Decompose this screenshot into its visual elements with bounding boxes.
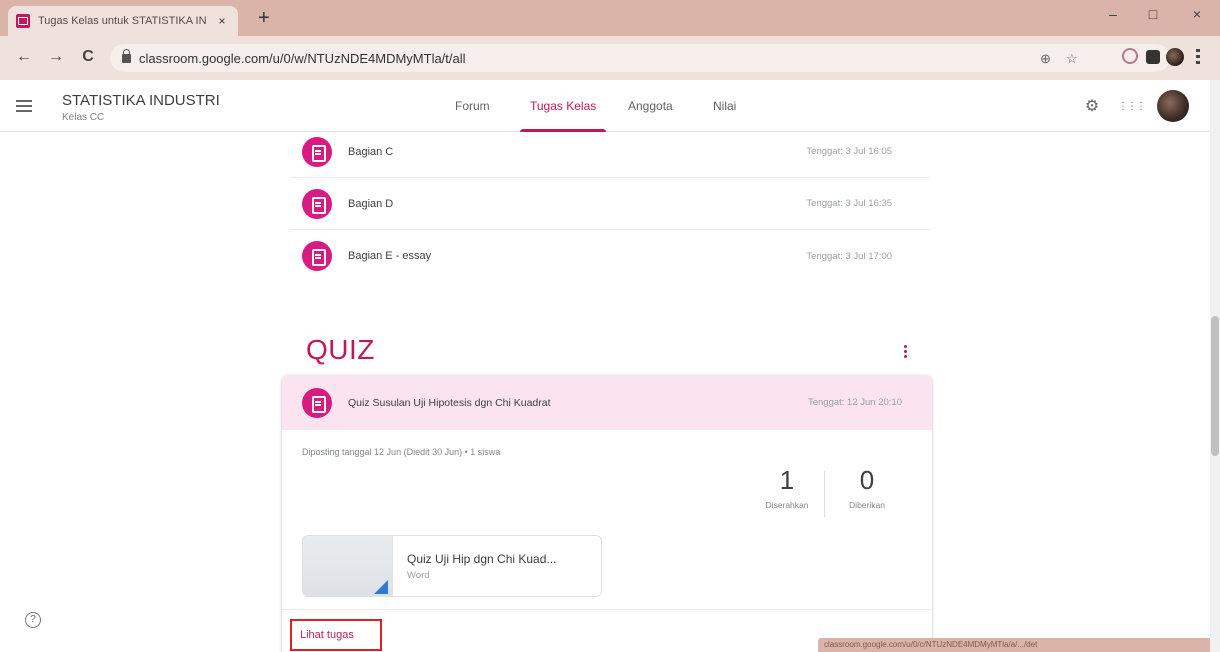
class-title[interactable]: STATISTIKA INDUSTRI [62, 92, 220, 109]
back-arrow-icon[interactable]: ← [14, 48, 34, 66]
tab-people[interactable]: Anggota [628, 80, 673, 132]
stat-label: Diberikan [849, 500, 885, 510]
help-icon[interactable]: ? [25, 612, 41, 628]
browser-menu-icon[interactable] [1196, 49, 1200, 65]
maximize-button[interactable]: □ [1138, 6, 1168, 22]
assignment-row-bagian-e[interactable]: Bagian E - essay Tenggat: 3 Jul 17:00 [290, 230, 930, 282]
attachment-type: Word [407, 570, 430, 581]
stat-assigned[interactable]: 0 Diberikan [832, 465, 902, 510]
profile-avatar-icon[interactable] [1166, 48, 1184, 66]
posted-info: Diposting tanggal 12 Jun (Diedit 30 Jun)… [302, 447, 501, 457]
class-subtitle: Kelas CC [62, 112, 105, 123]
extensions-puzzle-icon[interactable] [1146, 50, 1160, 64]
forward-arrow-icon[interactable]: → [46, 48, 66, 66]
new-tab-button[interactable]: + [258, 7, 270, 30]
divider [282, 609, 932, 610]
attachment-card[interactable]: Quiz Uji Hip dgn Chi Kuad... Word [302, 535, 602, 597]
tab-classwork[interactable]: Tugas Kelas [519, 80, 607, 132]
assignment-icon [302, 387, 332, 418]
apps-grid-icon[interactable]: ⋮⋮⋮ [1118, 97, 1146, 117]
assignment-icon [302, 188, 332, 219]
settings-gear-icon[interactable]: ⚙ [1082, 97, 1102, 117]
minimize-button[interactable]: – [1098, 6, 1128, 22]
pocket-extension-icon[interactable] [1122, 48, 1138, 64]
stat-turned-in[interactable]: 1 Diserahkan [752, 465, 822, 510]
reload-icon[interactable]: C [78, 48, 98, 66]
classroom-favicon-icon [16, 14, 30, 28]
assignment-due: Tenggat: 12 Jun 20:10 [807, 397, 902, 408]
assignment-icon [302, 241, 332, 271]
stat-label: Diserahkan [765, 500, 809, 510]
assignment-title: Bagian C [348, 145, 394, 158]
view-assignment-link[interactable]: Lihat tugas [290, 619, 382, 651]
tab-grades[interactable]: Nilai [713, 80, 736, 132]
address-url: classroom.google.com/u/0/w/NTUzNDE4MDMyM… [139, 50, 466, 66]
main-menu-icon[interactable] [16, 100, 32, 112]
address-bar[interactable]: classroom.google.com/u/0/w/NTUzNDE4MDMyM… [110, 44, 1170, 72]
browser-tab-strip: Tugas Kelas untuk STATISTIKA IN × + – □ … [0, 0, 1220, 36]
tab-title: Tugas Kelas untuk STATISTIKA IN [38, 15, 207, 27]
close-window-button[interactable]: × [1182, 6, 1212, 22]
link-status-bar: classroom.google.com/u/0/c/NTUzNDE4MDMyM… [818, 638, 1210, 652]
stat-value: 1 [779, 465, 795, 495]
zoom-icon[interactable]: ⊕ [1040, 51, 1051, 67]
browser-toolbar: ← → C classroom.google.com/u/0/w/NTUzNDE… [0, 36, 1220, 80]
page: Tugas Kelas untuk STATISTIKA IN × + – □ … [0, 0, 1220, 652]
tab-close-icon[interactable]: × [214, 14, 230, 28]
assignment-due: Tenggat: 3 Jul 17:00 [806, 250, 892, 262]
assignment-title: Quiz Susulan Uji Hipotesis dgn Chi Kuadr… [348, 396, 551, 409]
assignment-title: Bagian E - essay [348, 250, 432, 262]
topic-title: QUIZ [306, 334, 375, 365]
topic-more-options-icon[interactable] [900, 344, 910, 364]
assignment-row-bagian-d[interactable]: Bagian D Tenggat: 3 Jul 16:35 [290, 178, 930, 230]
assignment-icon [302, 136, 332, 167]
tab-forum[interactable]: Forum [455, 80, 490, 132]
lock-icon [122, 48, 131, 63]
browser-tab[interactable]: Tugas Kelas untuk STATISTIKA IN × [8, 6, 238, 36]
stat-value: 0 [859, 465, 875, 495]
attachment-name: Quiz Uji Hip dgn Chi Kuad... [407, 552, 557, 566]
assignment-due: Tenggat: 3 Jul 16:35 [806, 198, 892, 209]
assignment-row-bagian-c[interactable]: Bagian C Tenggat: 3 Jul 16:05 [290, 126, 930, 178]
assignment-due: Tenggat: 3 Jul 16:05 [806, 146, 892, 157]
bookmark-star-icon[interactable]: ☆ [1066, 51, 1078, 67]
assignment-title: Bagian D [348, 197, 394, 210]
stat-divider [824, 471, 825, 517]
account-avatar[interactable] [1157, 90, 1189, 122]
assignment-card-header[interactable]: Quiz Susulan Uji Hipotesis dgn Chi Kuadr… [282, 375, 932, 430]
word-document-thumbnail-icon [303, 536, 393, 596]
classroom-header: STATISTIKA INDUSTRI Kelas CC Forum Tugas… [0, 80, 1210, 132]
page-scrollbar-thumb[interactable] [1211, 316, 1219, 456]
assignment-card-expanded: Quiz Susulan Uji Hipotesis dgn Chi Kuadr… [282, 375, 932, 652]
